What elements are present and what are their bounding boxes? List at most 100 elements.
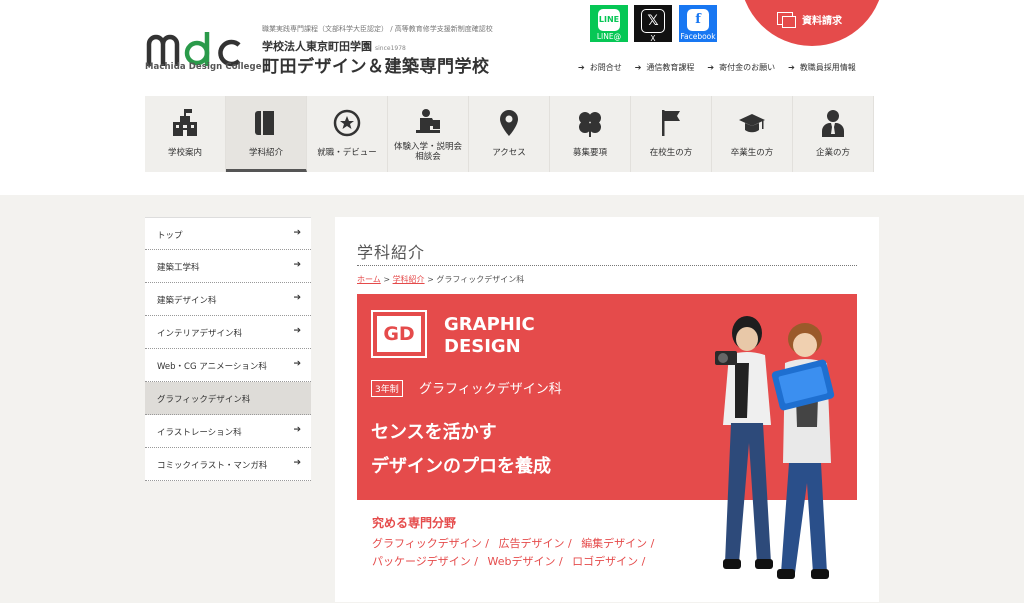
x-link[interactable]: 𝕏 X [634,5,672,43]
nav-label: 卒業生の方 [730,148,774,158]
nav-label: 在校生の方 [649,148,693,158]
specialty-item[interactable]: ロゴデザイン / [572,555,645,568]
school-name[interactable]: 町田デザイン＆建築専門学校 [262,52,490,77]
page-title: 学科紹介 [357,243,426,262]
arrow-right-icon: ➔ [293,293,301,303]
specialty-item[interactable]: Webデザイン / [487,555,562,568]
specialty-item[interactable]: 広告デザイン / [498,537,571,550]
department-sidebar: トップ ➔ 建築工学科 ➔ 建築デザイン科 ➔ インテリアデザイン科 ➔ Web・CG … [145,217,311,481]
breadcrumb: ホーム > 学科紹介 > グラフィックデザイン科 [357,274,524,285]
x-icon: 𝕏 [641,9,665,33]
specialties-row-2: パッケージデザイン / Webデザイン / ロゴデザイン / [372,553,651,569]
nav-label: 学科紹介 [248,148,283,158]
sidebar-item-architecture-engineering[interactable]: 建築工学科 ➔ [145,250,311,283]
businessman-icon [822,110,844,137]
map-pin-icon [500,110,518,136]
nav-label: 体験入学・説明会 相談会 [393,142,462,162]
department-badge: GD [371,310,427,358]
nav-item-companies[interactable]: 企業の方 [793,96,874,172]
sidebar-item-label: イラストレーション科 [157,428,242,438]
lecture-icon [416,109,440,133]
document-request-button[interactable]: 資料請求 [740,0,884,46]
specialty-item[interactable]: パッケージデザイン / [372,555,478,568]
sidebar-item-top[interactable]: トップ ➔ [145,217,311,250]
breadcrumb-separator: > [427,275,434,284]
breadcrumb-separator: > [383,275,391,284]
sidebar-item-graphic-design[interactable]: グラフィックデザイン科 [145,382,311,415]
clover-icon [579,112,601,137]
nav-label: 募集要項 [572,148,607,158]
sidebar-item-illustration[interactable]: イラストレーション科 ➔ [145,415,311,448]
arrow-right-icon: ➔ [293,359,301,369]
breadcrumb-home-link[interactable]: ホーム [357,275,381,284]
staff-recruitment-link[interactable]: ➔ 教職員採用情報 [788,62,856,73]
staff-recruitment-label: 教職員採用情報 [799,63,856,72]
sidebar-item-label: トップ [157,231,183,241]
nav-label: アクセス [492,148,526,158]
document-request-label: 資料請求 [802,16,842,27]
hero-tagline-1: センスを活かす [371,422,497,443]
global-nav: 学校案内 学科紹介 就職・デビュー 体験入学・説明会 相談会 アクセス 募集要項 … [145,96,874,172]
arrow-right-icon: ➔ [293,228,301,238]
breadcrumb-departments-link[interactable]: 学科紹介 [393,275,425,284]
sidebar-item-label: 建築工学科 [157,263,200,273]
facebook-label: Facebook [680,32,716,41]
arrow-right-icon: ➔ [578,63,585,72]
arrow-right-icon: ➔ [707,63,715,72]
sidebar-item-label: グラフィックデザイン科 [157,395,251,405]
sidebar-item-interior-design[interactable]: インテリアデザイン科 ➔ [145,316,311,349]
department-title-line2: DESIGN [444,336,521,357]
donation-link[interactable]: ➔ 寄付金のお願い [707,62,775,73]
correspondence-course-link[interactable]: ➔ 通信教育課程 [635,62,695,73]
specialty-item[interactable]: グラフィックデザイン / [372,537,489,550]
line-icon: LINE [598,9,620,31]
site-header: Machida Design College 職業実践専門課程（文部科学大臣認定… [0,0,1024,195]
sidebar-item-label: Web・CG アニメーション科 [157,362,267,372]
sidebar-item-comic-manga[interactable]: コミックイラスト・マンガ科 ➔ [145,448,311,481]
sidebar-item-architecture-design[interactable]: 建築デザイン科 ➔ [145,283,311,316]
documents-icon [777,12,796,28]
nav-label: 就職・デビュー [317,148,377,158]
specialties-title: 究める専門分野 [372,516,457,530]
star-icon [333,109,361,137]
arrow-right-icon: ➔ [788,63,795,72]
utility-links: ➔ お問合せ ➔ 通信教育課程 ➔ 寄付金のお願い ➔ 教職員採用情報 [578,62,856,73]
nav-item-students[interactable]: 在校生の方 [631,96,712,172]
x-label: X [650,34,656,43]
nav-label: 学校案内 [167,148,202,158]
facebook-link[interactable]: f Facebook [679,5,717,42]
nav-item-admissions[interactable]: 募集要項 [550,96,631,172]
department-badge-text: GD [377,316,421,352]
nav-item-open-campus[interactable]: 体験入学・説明会 相談会 [388,96,469,172]
contact-label: お問合せ [589,63,622,72]
breadcrumb-current: グラフィックデザイン科 [436,275,525,284]
nav-item-career[interactable]: 就職・デビュー [307,96,388,172]
line-label: LINE@ [596,32,622,41]
book-icon [255,111,274,135]
donation-label: 寄付金のお願い [719,63,776,72]
sidebar-item-label: コミックイラスト・マンガ科 [157,461,268,471]
school-since: since1978 [375,45,406,52]
correspondence-course-label: 通信教育課程 [646,63,695,72]
flag-icon [662,110,680,136]
sidebar-item-web-cg-animation[interactable]: Web・CG アニメーション科 ➔ [145,349,311,382]
nav-item-access[interactable]: アクセス [469,96,550,172]
specialty-item[interactable]: 編集デザイン / [581,537,654,550]
course-term-badge: 3年制 [371,380,403,397]
contact-link[interactable]: ➔ お問合せ [578,62,622,73]
sidebar-item-label: インテリアデザイン科 [157,329,243,339]
course-name: グラフィックデザイン科 [419,382,562,397]
school-icon [173,109,197,136]
school-accreditation: 職業実践専門課程（文部科学大臣認定） / 高等教育修学支援新制度確認校 [262,25,493,33]
line-link[interactable]: LINE LINE@ [590,5,628,42]
facebook-icon: f [687,9,709,31]
nav-item-about[interactable]: 学校案内 [145,96,226,172]
nav-item-departments[interactable]: 学科紹介 [226,96,307,172]
arrow-right-icon: ➔ [293,260,301,270]
department-title-en: GRAPHIC DESIGN [444,314,535,358]
specialties-row-1: グラフィックデザイン / 広告デザイン / 編集デザイン / [372,535,660,551]
arrow-right-icon: ➔ [293,326,301,336]
arrow-right-icon: ➔ [293,458,301,468]
nav-item-alumni[interactable]: 卒業生の方 [712,96,793,172]
arrow-right-icon: ➔ [293,425,301,435]
